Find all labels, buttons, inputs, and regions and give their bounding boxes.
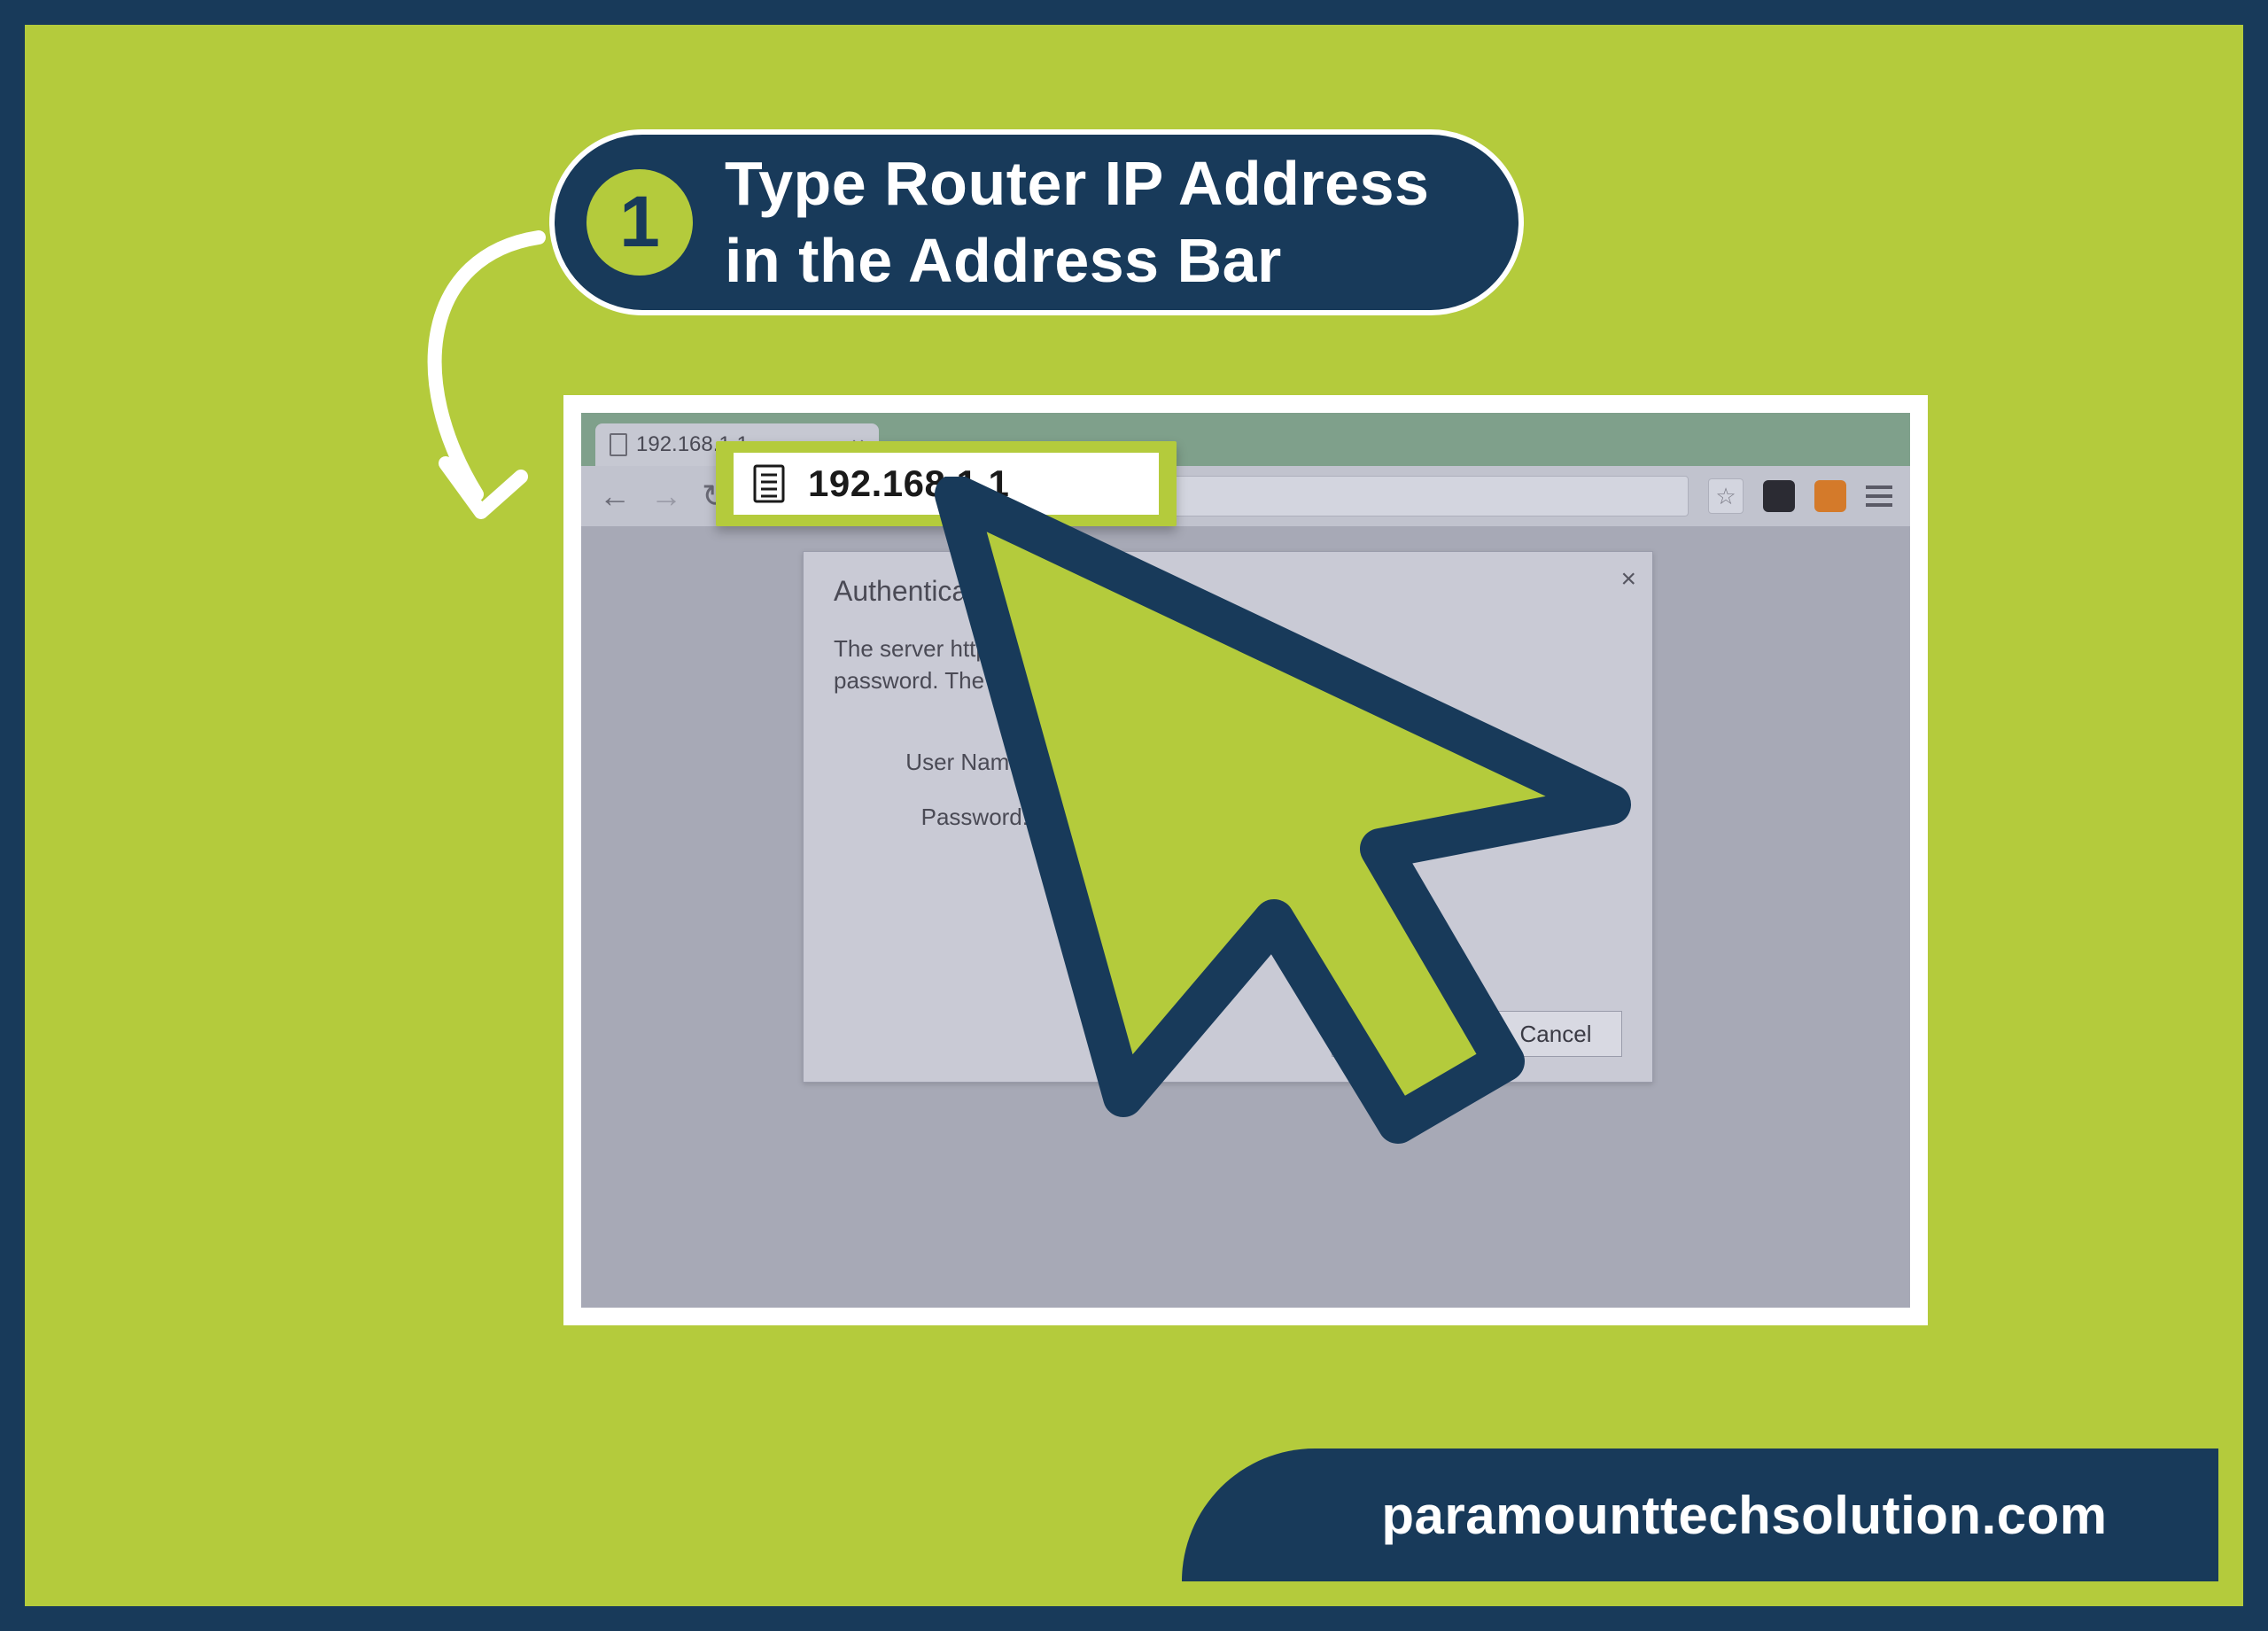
dialog-body: The server http://192.16 password. The s… bbox=[834, 633, 1622, 697]
screenshot-frame: 192.168.1.1 × ← → ↻ ☆ bbox=[563, 395, 1928, 1325]
infographic-frame: 1 Type Router IP Address in the Address … bbox=[0, 0, 2268, 1631]
browser-window: 192.168.1.1 × ← → ↻ ☆ bbox=[581, 413, 1910, 1308]
bookmark-star-icon[interactable]: ☆ bbox=[1708, 478, 1744, 514]
step-header: 1 Type Router IP Address in the Address … bbox=[549, 129, 1524, 315]
dialog-close-icon[interactable]: × bbox=[1620, 564, 1636, 594]
nav-back-icon[interactable]: ← bbox=[599, 478, 631, 515]
footer-url: paramounttechsolution.com bbox=[1381, 1485, 2107, 1546]
password-row: Password: bbox=[887, 800, 1622, 835]
extension-icon-2[interactable] bbox=[1814, 480, 1846, 512]
dialog-actions: Log Cancel bbox=[1332, 1011, 1622, 1057]
document-icon bbox=[753, 464, 785, 503]
login-button[interactable]: Log bbox=[1332, 1011, 1464, 1057]
password-field[interactable] bbox=[1045, 800, 1310, 835]
footer-badge: paramounttechsolution.com bbox=[1182, 1448, 2218, 1581]
password-label: Password: bbox=[887, 804, 1029, 831]
username-label: User Name: bbox=[887, 749, 1029, 776]
username-field[interactable] bbox=[1045, 745, 1310, 781]
page-icon bbox=[610, 433, 627, 456]
username-row: User Name: bbox=[887, 745, 1622, 781]
nav-forward-icon[interactable]: → bbox=[650, 478, 682, 515]
dialog-body-line2: password. The server says bbox=[834, 667, 1108, 694]
step-number-badge: 1 bbox=[586, 169, 693, 276]
step-title-line2: in the Address Bar bbox=[725, 226, 1282, 295]
address-callout-inner: 192.168.1.1 bbox=[734, 453, 1159, 515]
cancel-button[interactable]: Cancel bbox=[1489, 1011, 1622, 1057]
address-callout: 192.168.1.1 bbox=[716, 441, 1177, 526]
ip-address-text: 192.168.1.1 bbox=[808, 462, 1009, 505]
step-title: Type Router IP Address in the Address Ba… bbox=[725, 145, 1429, 300]
step-title-line1: Type Router IP Address bbox=[725, 149, 1429, 218]
browser-menu-icon[interactable] bbox=[1866, 485, 1892, 507]
dialog-body-line1: The server http://192.16 bbox=[834, 635, 1078, 662]
flow-arrow-icon bbox=[397, 229, 574, 530]
auth-dialog: × Authentication R The server http://192… bbox=[803, 551, 1653, 1083]
dialog-title: Authentication R bbox=[834, 575, 1622, 608]
extension-icon-1[interactable] bbox=[1763, 480, 1795, 512]
